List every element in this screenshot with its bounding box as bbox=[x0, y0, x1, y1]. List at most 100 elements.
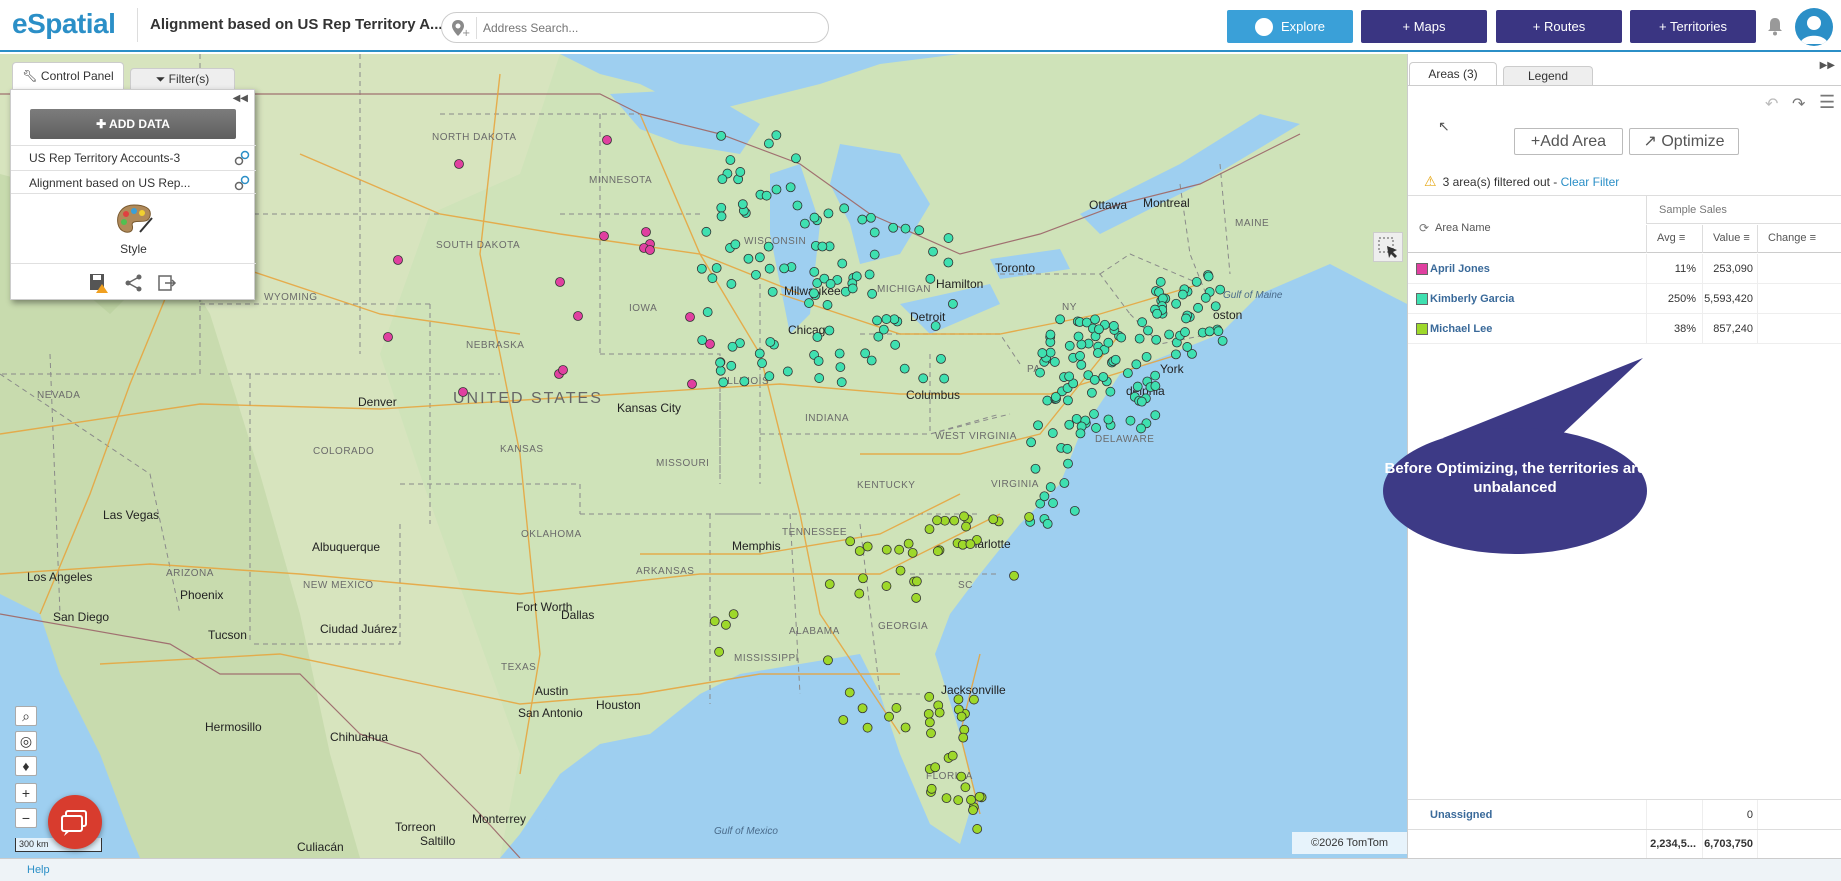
kimberly-garcia-point[interactable] bbox=[822, 300, 833, 310]
michael-lee-point[interactable] bbox=[958, 732, 969, 743]
kimberly-garcia-point[interactable] bbox=[823, 208, 834, 219]
kimberly-garcia-point[interactable] bbox=[1180, 327, 1190, 337]
kimberly-garcia-point[interactable] bbox=[716, 211, 727, 222]
michael-lee-point[interactable] bbox=[1009, 570, 1019, 581]
kimberly-garcia-point[interactable] bbox=[771, 130, 782, 141]
kimberly-garcia-point[interactable] bbox=[1150, 410, 1161, 421]
michael-lee-point[interactable] bbox=[823, 655, 833, 666]
kimberly-garcia-point[interactable] bbox=[785, 182, 796, 193]
april-jones-point[interactable] bbox=[555, 277, 565, 287]
kimberly-garcia-point[interactable] bbox=[1193, 302, 1203, 313]
export-icon[interactable] bbox=[157, 273, 177, 293]
tab-control-panel[interactable]: 🔧︎ Control Panel bbox=[12, 62, 124, 89]
kimberly-garcia-point[interactable] bbox=[834, 348, 845, 359]
michael-lee-point[interactable] bbox=[934, 707, 945, 718]
add-routes-button[interactable]: + Routes bbox=[1496, 10, 1622, 43]
michael-lee-point[interactable] bbox=[956, 771, 967, 782]
kimberly-garcia-point[interactable] bbox=[1059, 478, 1070, 488]
kimberly-garcia-point[interactable] bbox=[718, 377, 729, 388]
kimberly-garcia-point[interactable] bbox=[1171, 349, 1181, 360]
area-color-swatch[interactable] bbox=[1416, 293, 1428, 305]
kimberly-garcia-point[interactable] bbox=[737, 199, 748, 210]
kimberly-garcia-point[interactable] bbox=[1122, 368, 1133, 379]
chat-button[interactable] bbox=[48, 795, 102, 849]
location-pin-icon[interactable]: + bbox=[450, 18, 470, 38]
michael-lee-point[interactable] bbox=[881, 544, 892, 555]
kimberly-garcia-point[interactable] bbox=[702, 307, 713, 317]
kimberly-garcia-point[interactable] bbox=[1136, 423, 1146, 434]
kimberly-garcia-point[interactable] bbox=[1048, 498, 1058, 508]
kimberly-garcia-point[interactable] bbox=[1134, 333, 1145, 344]
kimberly-garcia-point[interactable] bbox=[1215, 284, 1226, 295]
kimberly-garcia-point[interactable] bbox=[1033, 420, 1043, 431]
kimberly-garcia-point[interactable] bbox=[1039, 491, 1050, 502]
kimberly-garcia-point[interactable] bbox=[930, 321, 941, 331]
michael-lee-point[interactable] bbox=[966, 794, 976, 805]
kimberly-garcia-point[interactable] bbox=[1090, 314, 1100, 325]
add-area-button[interactable]: +Add Area bbox=[1514, 128, 1623, 155]
zoom-out-button[interactable]: − bbox=[15, 808, 37, 828]
michael-lee-point[interactable] bbox=[838, 715, 849, 725]
michael-lee-point[interactable] bbox=[728, 609, 739, 620]
kimberly-garcia-point[interactable] bbox=[726, 360, 737, 371]
kimberly-garcia-point[interactable] bbox=[1217, 335, 1228, 346]
michael-lee-point[interactable] bbox=[969, 694, 979, 705]
michael-lee-point[interactable] bbox=[911, 576, 922, 587]
kimberly-garcia-point[interactable] bbox=[824, 325, 835, 336]
kimberly-garcia-point[interactable] bbox=[878, 324, 889, 335]
kimberly-garcia-point[interactable] bbox=[813, 356, 824, 366]
explore-button[interactable]: Explore bbox=[1227, 10, 1353, 43]
michael-lee-point[interactable] bbox=[891, 703, 902, 713]
kimberly-garcia-point[interactable] bbox=[730, 239, 741, 250]
michael-lee-point[interactable] bbox=[862, 722, 873, 733]
value-column-header[interactable]: Value ≡ bbox=[1702, 225, 1757, 253]
kimberly-garcia-point[interactable] bbox=[869, 227, 880, 238]
michael-lee-point[interactable] bbox=[956, 711, 967, 722]
kimberly-garcia-point[interactable] bbox=[1091, 423, 1101, 433]
kimberly-garcia-point[interactable] bbox=[1125, 415, 1136, 426]
kimberly-garcia-point[interactable] bbox=[1042, 395, 1053, 406]
michael-lee-point[interactable] bbox=[714, 646, 724, 657]
add-maps-button[interactable]: + Maps bbox=[1361, 10, 1487, 43]
kimberly-garcia-point[interactable] bbox=[771, 184, 782, 195]
help-link[interactable]: Help bbox=[27, 864, 50, 876]
kimberly-garcia-point[interactable] bbox=[914, 225, 925, 236]
april-jones-point[interactable] bbox=[685, 312, 695, 322]
michael-lee-point[interactable] bbox=[857, 703, 868, 714]
april-jones-point[interactable] bbox=[687, 379, 697, 389]
kimberly-garcia-point[interactable] bbox=[1150, 370, 1161, 381]
michael-lee-point[interactable] bbox=[1024, 512, 1035, 522]
kimberly-garcia-point[interactable] bbox=[809, 266, 820, 277]
michael-lee-point[interactable] bbox=[862, 541, 873, 552]
kimberly-garcia-point[interactable] bbox=[1177, 289, 1188, 300]
michael-lee-point[interactable] bbox=[974, 791, 985, 802]
column-menu-icon[interactable]: ≡ bbox=[1810, 232, 1816, 244]
column-menu-icon[interactable]: ≡ bbox=[1679, 232, 1685, 244]
michael-lee-point[interactable] bbox=[894, 544, 905, 555]
menu-icon[interactable]: ☰ bbox=[1819, 92, 1835, 113]
kimberly-garcia-point[interactable] bbox=[847, 283, 858, 294]
add-data-button[interactable]: ✚ ADD DATA bbox=[30, 109, 236, 139]
unassigned-row[interactable]: Unassigned 0 bbox=[1408, 799, 1841, 829]
kimberly-garcia-point[interactable] bbox=[836, 377, 847, 388]
april-jones-point[interactable] bbox=[602, 135, 612, 145]
michael-lee-point[interactable] bbox=[854, 588, 865, 599]
michael-lee-point[interactable] bbox=[972, 824, 983, 834]
kimberly-garcia-point[interactable] bbox=[1093, 348, 1103, 358]
kimberly-garcia-point[interactable] bbox=[1204, 326, 1215, 337]
kimberly-garcia-point[interactable] bbox=[1037, 348, 1048, 358]
share-icon[interactable] bbox=[124, 273, 144, 293]
michael-lee-point[interactable] bbox=[824, 579, 835, 590]
area-name[interactable]: Michael Lee bbox=[1430, 323, 1492, 335]
zoom-area-icon[interactable]: ⌕ bbox=[15, 706, 37, 726]
kimberly-garcia-point[interactable] bbox=[715, 357, 725, 368]
redo-icon[interactable]: ↷ bbox=[1792, 94, 1805, 114]
michael-lee-point[interactable] bbox=[926, 783, 937, 794]
table-row[interactable]: Michael Lee 38% 857,240 bbox=[1408, 314, 1841, 344]
kimberly-garcia-point[interactable] bbox=[890, 339, 901, 350]
kimberly-garcia-point[interactable] bbox=[792, 200, 803, 211]
kimberly-garcia-point[interactable] bbox=[936, 353, 946, 364]
april-jones-point[interactable] bbox=[458, 387, 468, 397]
kimberly-garcia-point[interactable] bbox=[1045, 347, 1056, 358]
kimberly-garcia-point[interactable] bbox=[1203, 271, 1214, 282]
